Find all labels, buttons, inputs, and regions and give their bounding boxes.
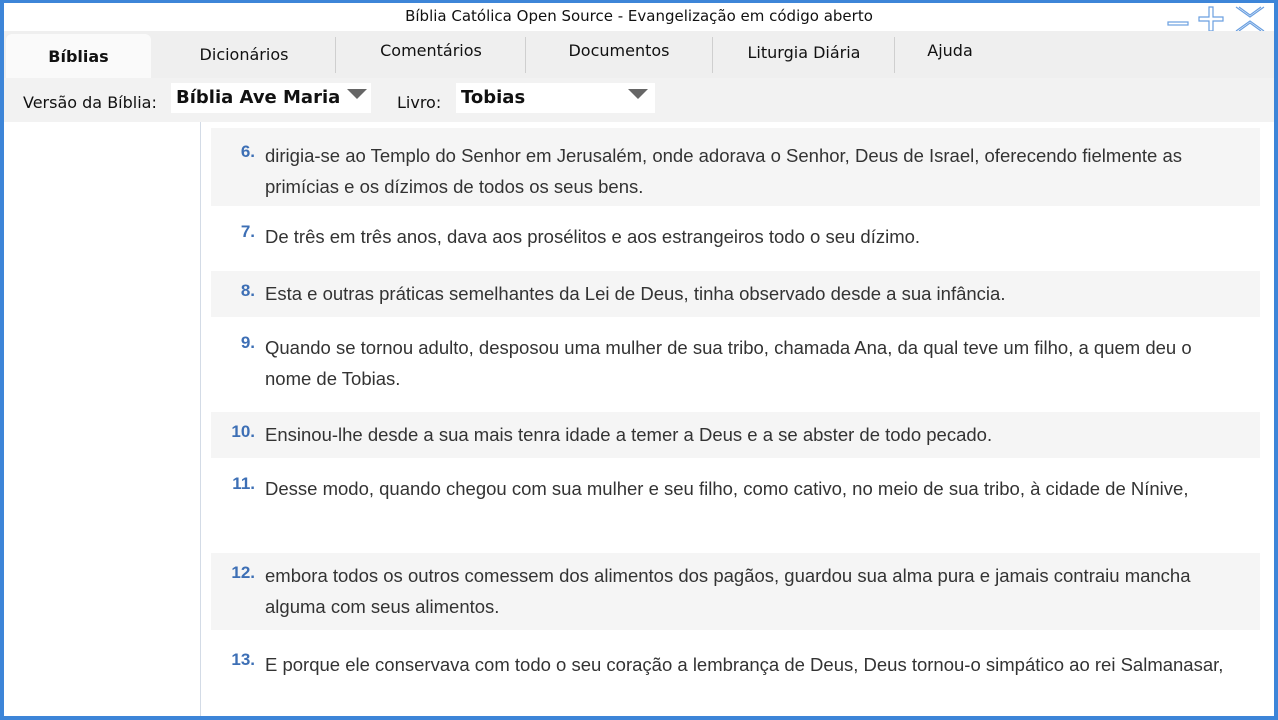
version-select[interactable]: Bíblia Ave Maria	[171, 83, 371, 113]
version-label: Versão da Bíblia:	[23, 93, 157, 112]
verse-text: E porque ele conservava com todo o seu c…	[265, 654, 1224, 675]
verse-number: 8.	[240, 281, 255, 300]
minimize-icon[interactable]	[1164, 5, 1192, 33]
book-label: Livro:	[397, 93, 442, 112]
verse-text: dirigia-se ao Templo do Senhor em Jerusa…	[265, 145, 1182, 197]
verse-item: 11. Desse modo, quando chegou com sua mu…	[211, 458, 1260, 554]
verse-item: 12. embora todos os outros comessem dos …	[211, 553, 1260, 630]
verse-text: Ensinou-lhe desde a sua mais tenra idade…	[265, 424, 993, 445]
verse-text: Desse modo, quando chegou com sua mulher…	[265, 478, 1189, 499]
verse-number: 11.	[232, 474, 255, 493]
app-window: Bíblia Católica Open Source - Evangeliza…	[0, 0, 1278, 720]
chapter-sidebar	[4, 122, 201, 716]
verse-item: 13. E porque ele conservava com todo o s…	[211, 630, 1260, 716]
maximize-icon[interactable]	[1196, 5, 1226, 33]
verse-text: De três em três anos, dava aos prosélito…	[265, 226, 921, 247]
verse-item: 10. Ensinou-lhe desde a sua mais tenra i…	[211, 412, 1260, 458]
verse-text: Quando se tornou adulto, desposou uma mu…	[265, 337, 1192, 389]
verse-item: 8. Esta e outras práticas semelhantes da…	[211, 271, 1260, 317]
book-select[interactable]: Tobias	[456, 83, 655, 113]
verse-number: 12.	[231, 563, 255, 582]
verse-item: 7. De três em três anos, dava aos prosél…	[211, 206, 1260, 268]
tab-ajuda[interactable]: Ajuda	[895, 27, 1005, 74]
verse-text: embora todos os outros comessem dos alim…	[265, 565, 1191, 617]
window-title: Bíblia Católica Open Source - Evangeliza…	[405, 7, 873, 25]
verse-item: 9. Quando se tornou adulto, desposou uma…	[211, 317, 1260, 413]
tab-biblias[interactable]: Bíblias	[6, 34, 151, 78]
tab-bar: Bíblias Dicionários Comentários Document…	[4, 31, 1274, 78]
book-select-value: Tobias	[461, 87, 526, 108]
tab-comentarios[interactable]: Comentários	[336, 27, 526, 74]
verse-item: 6. dirigia-se ao Templo do Senhor em Jer…	[211, 128, 1260, 206]
chevron-down-icon	[347, 89, 367, 99]
verse-list: 6. dirigia-se ao Templo do Senhor em Jer…	[201, 122, 1274, 716]
verse-text: Esta e outras práticas semelhantes da Le…	[265, 283, 1006, 304]
verse-number: 7.	[240, 222, 255, 241]
verse-number: 6.	[240, 142, 255, 161]
verse-number: 13.	[231, 650, 255, 669]
verse-number: 10.	[231, 422, 255, 441]
verse-number: 9.	[240, 333, 255, 352]
tab-liturgia-diaria[interactable]: Liturgia Diária	[713, 29, 895, 76]
version-select-value: Bíblia Ave Maria	[176, 87, 341, 108]
tab-documentos[interactable]: Documentos	[526, 27, 712, 74]
close-icon[interactable]	[1232, 5, 1268, 33]
chevron-down-icon	[628, 89, 648, 99]
toolbar: Versão da Bíblia: Bíblia Ave Maria Livro…	[4, 78, 1274, 123]
tab-dicionarios[interactable]: Dicionários	[154, 31, 334, 78]
